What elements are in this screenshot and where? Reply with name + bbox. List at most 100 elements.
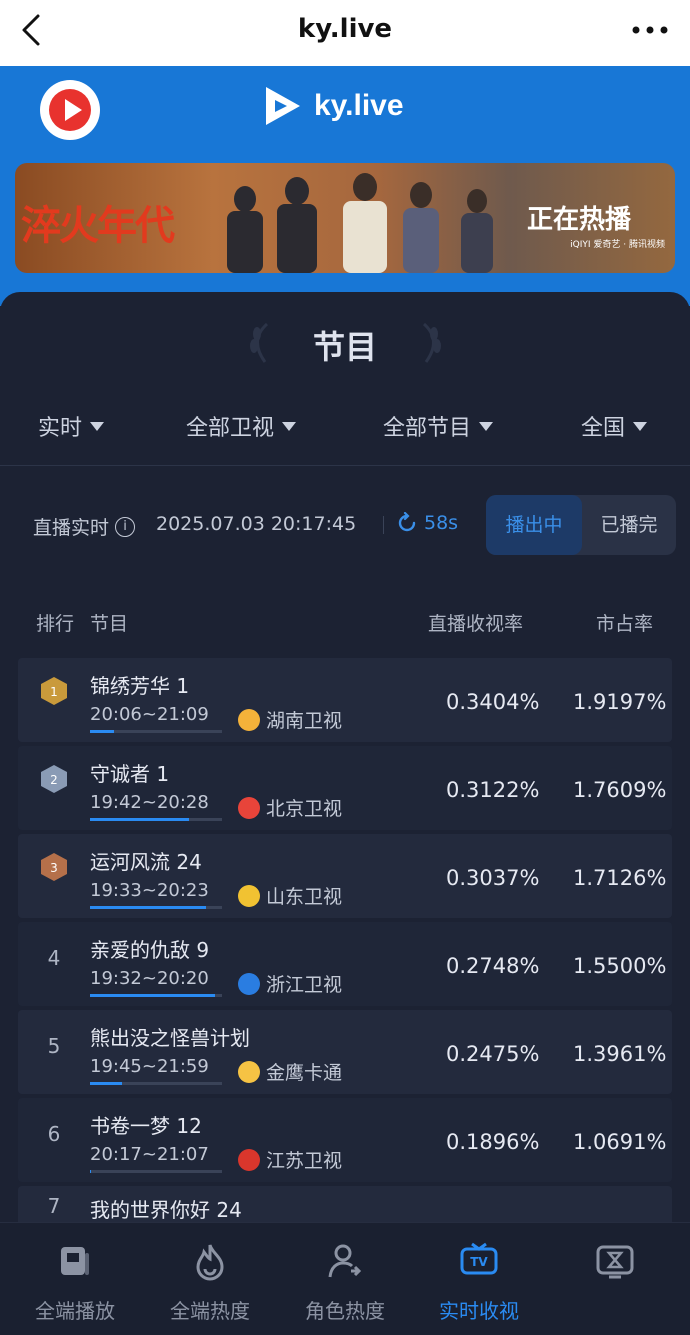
- nav-more[interactable]: [550, 1241, 680, 1295]
- filter-bar: 实时 全部卫视 全部节目 全国: [0, 410, 690, 444]
- nav-label: 实时收视: [439, 1299, 519, 1323]
- header-rating[interactable]: 直播收视率: [428, 609, 523, 636]
- program-time: 19:42~20:28: [90, 792, 209, 813]
- rank-number: 3: [50, 861, 58, 875]
- share-value: 1.9197%: [573, 690, 667, 714]
- nav-realtime-rating[interactable]: TV 实时收视: [414, 1241, 544, 1324]
- table-row[interactable]: 7 我的世界你好 24: [18, 1186, 672, 1226]
- filter-region[interactable]: 全国: [581, 410, 648, 442]
- filter-programs[interactable]: 全部节目: [383, 410, 494, 442]
- table-row[interactable]: 4 亲爱的仇敌 9 19:32~20:20 浙江卫视 0.2748% 1.5500%: [18, 922, 672, 1006]
- kylive-logo-icon: [266, 87, 300, 125]
- header-program: 节目: [90, 613, 129, 635]
- live-datetime: 2025.07.03 20:17:45: [156, 513, 357, 535]
- channel: 金鹰卡通: [238, 1058, 342, 1085]
- refresh-countdown[interactable]: 58s: [396, 512, 458, 534]
- rank-number: 1: [50, 685, 58, 699]
- more-options-icon[interactable]: [626, 10, 674, 50]
- channel-name: 湖南卫视: [266, 710, 343, 732]
- share-value: 1.3961%: [573, 1042, 667, 1066]
- caret-down-icon: [479, 421, 494, 431]
- program-name[interactable]: 亲爱的仇敌 9: [90, 934, 209, 963]
- banner-sponsors: iQIYI 爱奇艺 · 腾讯视频: [570, 240, 665, 250]
- info-icon[interactable]: i: [115, 516, 136, 537]
- channel-logo-icon: [238, 796, 260, 819]
- channel-name: 浙江卫视: [266, 974, 343, 996]
- share-value: 1.7126%: [573, 866, 667, 890]
- channel-logo-icon: [238, 972, 260, 995]
- channel-logo-icon: [238, 708, 260, 731]
- svg-text:TV: TV: [470, 1255, 488, 1269]
- app-logo-button[interactable]: [40, 80, 100, 140]
- channel-name: 江苏卫视: [266, 1150, 343, 1172]
- rating-value: 0.1896%: [446, 1130, 540, 1154]
- airing-progress-fill: [90, 818, 189, 821]
- brand: ky.live: [262, 82, 404, 130]
- program-name[interactable]: 书卷一梦 12: [90, 1110, 202, 1139]
- program-name[interactable]: 锦绣芳华 1: [90, 670, 189, 699]
- refresh-icon: [398, 512, 416, 532]
- bottom-nav: 全端播放 全端热度 角色热度 TV 实时收视: [0, 1222, 690, 1335]
- channel: 山东卫视: [238, 882, 342, 909]
- program-time: 20:17~21:07: [90, 1144, 209, 1165]
- share-value: 1.7609%: [573, 778, 667, 802]
- nav-label: 全端热度: [170, 1299, 250, 1323]
- live-label-text: 直播实时: [33, 517, 110, 539]
- browser-topbar: ky.live: [0, 0, 690, 66]
- separator: [383, 516, 384, 534]
- airing-progress: [90, 994, 222, 997]
- channel-logo-icon: [238, 884, 260, 907]
- rating-value: 0.3037%: [446, 866, 540, 890]
- program-time: 19:33~20:23: [90, 880, 209, 901]
- person-icon: [328, 1244, 362, 1278]
- table-row[interactable]: 1 锦绣芳华 1 20:06~21:09 湖南卫视 0.3404% 1.9197%: [18, 658, 672, 742]
- rank-number: 6: [47, 1122, 61, 1146]
- laurel-right-icon: [422, 322, 441, 363]
- table-row[interactable]: 6 书卷一梦 12 20:17~21:07 江苏卫视 0.1896% 1.0691%: [18, 1098, 672, 1182]
- caret-down-icon: [282, 421, 297, 431]
- table-row[interactable]: 2 守诚者 1 19:42~20:28 北京卫视 0.3122% 1.7609%: [18, 746, 672, 830]
- filter-label: 全国: [581, 416, 626, 441]
- channel-logo-icon: [238, 1060, 260, 1083]
- airing-progress-fill: [90, 906, 207, 909]
- share-value: 1.5500%: [573, 954, 667, 978]
- program-name[interactable]: 我的世界你好 24: [90, 1194, 242, 1223]
- caret-down-icon: [90, 421, 105, 431]
- rating-value: 0.3122%: [446, 778, 540, 802]
- airing-progress: [90, 906, 222, 909]
- filter-label: 全部卫视: [186, 416, 275, 441]
- filter-channels[interactable]: 全部卫视: [186, 410, 297, 442]
- program-name[interactable]: 运河风流 24: [90, 846, 202, 875]
- program-time: 19:32~20:20: [90, 968, 209, 989]
- divider: [0, 465, 690, 466]
- rank-number: 7: [47, 1194, 61, 1218]
- channel: 北京卫视: [238, 794, 342, 821]
- airing-progress: [90, 730, 222, 733]
- play-board-icon: [61, 1247, 89, 1275]
- airing-toggle: 播出中 已播完: [486, 495, 676, 555]
- rank-medal-icon: 2: [41, 765, 67, 793]
- table-row[interactable]: 3 运河风流 24 19:33~20:23 山东卫视 0.3037% 1.7126%: [18, 834, 672, 918]
- promo-banner[interactable]: 淬火年代 正在热播 iQIYI 爱奇艺 · 腾讯视频: [15, 163, 675, 273]
- nav-role-heat[interactable]: 角色热度: [280, 1241, 410, 1324]
- header-share[interactable]: 市占率: [596, 609, 653, 636]
- airing-progress-fill: [90, 730, 114, 733]
- toggle-airing[interactable]: 播出中: [486, 495, 582, 555]
- channel-name: 金鹰卡通: [266, 1062, 343, 1084]
- channel: 江苏卫视: [238, 1146, 342, 1173]
- filter-realtime[interactable]: 实时: [38, 410, 105, 442]
- airing-progress-fill: [90, 994, 216, 997]
- program-name[interactable]: 熊出没之怪兽计划: [90, 1022, 250, 1051]
- nav-all-heat[interactable]: 全端热度: [145, 1241, 275, 1324]
- rating-value: 0.3404%: [446, 690, 540, 714]
- nav-label: 全端播放: [35, 1299, 115, 1323]
- toggle-finished[interactable]: 已播完: [582, 495, 676, 555]
- filter-label: 实时: [38, 416, 83, 441]
- program-time: 20:06~21:09: [90, 704, 209, 725]
- channel-name: 山东卫视: [266, 886, 343, 908]
- table-row[interactable]: 5 熊出没之怪兽计划 19:45~21:59 金鹰卡通 0.2475% 1.3961%: [18, 1010, 672, 1094]
- section-title: 节目: [312, 328, 377, 366]
- program-name[interactable]: 守诚者 1: [90, 758, 169, 787]
- channel-name: 北京卫视: [266, 798, 343, 820]
- nav-all-play[interactable]: 全端播放: [10, 1241, 140, 1324]
